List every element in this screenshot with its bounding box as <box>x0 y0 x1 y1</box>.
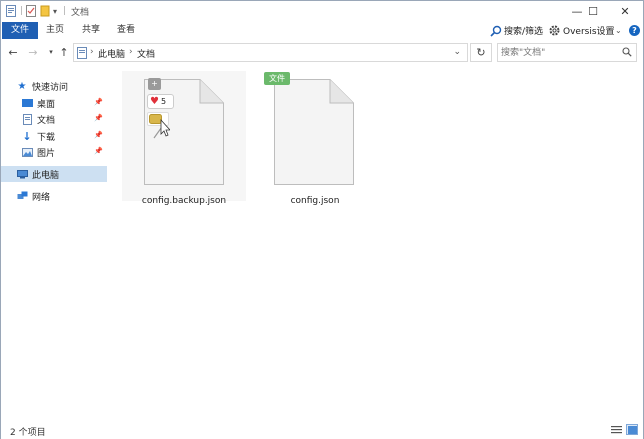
help-icon: ? <box>629 25 640 36</box>
status-bar: 2 个项目 <box>1 421 643 439</box>
pin-icon: 📌 <box>94 147 103 155</box>
breadcrumb-documents[interactable]: 文档 <box>137 47 155 60</box>
search-input[interactable] <box>501 46 621 60</box>
like-count: 5 <box>160 97 167 106</box>
nav-item-desktop-label: 桌面 <box>37 99 56 110</box>
file-name[interactable]: config.json <box>260 196 370 206</box>
nav-item-downloads[interactable]: ↓ 下载 📌 <box>1 128 107 144</box>
file-item-config-backup[interactable]: + ♥ 5 config.backup.json <box>122 71 246 206</box>
gear-icon <box>548 24 561 37</box>
window-title: 文档 <box>71 8 90 18</box>
app-icon <box>6 4 16 18</box>
address-row: ← → ▾ ↑ › 此电脑 › 文档 ⌄ ↻ <box>1 41 643 63</box>
ribbon-collapse-button[interactable]: ⌄ <box>615 22 622 39</box>
maximize-icon: ☐ <box>588 5 598 18</box>
breadcrumb-this-pc[interactable]: 此电脑 <box>98 47 125 60</box>
nav-this-pc[interactable]: 此电脑 <box>1 166 107 182</box>
forward-button[interactable]: → <box>26 44 40 60</box>
refresh-icon: ↻ <box>476 46 486 59</box>
network-icon <box>16 190 28 202</box>
properties-icon[interactable] <box>26 4 36 18</box>
json-file-icon <box>274 79 354 185</box>
download-icon: ↓ <box>22 129 32 143</box>
refresh-button[interactable]: ↻ <box>470 43 492 62</box>
documents-icon <box>21 113 33 125</box>
chevron-down-icon: ▾ <box>49 48 53 56</box>
address-bar[interactable]: › 此电脑 › 文档 ⌄ <box>73 43 468 62</box>
arrow-left-icon: ← <box>8 45 18 59</box>
details-view-icon <box>610 425 622 433</box>
nav-item-pictures[interactable]: 图片 📌 <box>1 144 107 160</box>
maximize-button[interactable]: ☐ <box>577 1 609 22</box>
file-tag-badge[interactable]: 文件 <box>264 72 290 85</box>
details-view-button[interactable] <box>610 424 622 435</box>
star-icon: ★ <box>17 80 27 92</box>
nav-network-label: 网络 <box>32 192 51 203</box>
search-filter-label: 搜索/筛选 <box>504 27 544 37</box>
search-filter-icon <box>490 25 502 37</box>
pictures-icon <box>21 146 33 158</box>
oversis-settings-label: Oversis设置 <box>563 27 615 37</box>
tab-file[interactable]: 文件 <box>2 22 38 39</box>
nav-this-pc-label: 此电脑 <box>32 170 60 181</box>
nav-quick-access[interactable]: ★ 快速访问 <box>1 78 107 94</box>
title-separator: | <box>20 6 24 16</box>
search-filter-button[interactable]: 搜索/筛选 <box>490 22 543 39</box>
up-button[interactable]: ↑ <box>57 44 71 60</box>
desktop-icon <box>21 97 33 109</box>
tab-view[interactable]: 查看 <box>112 22 140 39</box>
arrow-up-icon: ↑ <box>59 45 69 59</box>
breadcrumb-separator-2: › <box>129 47 133 57</box>
pencil-cursor-icon <box>153 118 170 139</box>
quick-access-dropdown-icon[interactable]: ▾ <box>53 4 57 18</box>
nav-network[interactable]: 网络 <box>1 188 107 204</box>
breadcrumb-separator: › <box>90 47 94 57</box>
nav-item-downloads-label: 下载 <box>37 132 56 143</box>
large-icons-view-icon <box>627 425 637 434</box>
new-folder-icon[interactable] <box>40 4 50 18</box>
nav-item-pictures-label: 图片 <box>37 148 56 159</box>
recent-locations-button[interactable]: ▾ <box>44 44 58 60</box>
close-icon: ✕ <box>620 5 630 18</box>
oversis-settings-button[interactable]: Oversis设置 <box>548 22 615 39</box>
nav-quick-access-label: 快速访问 <box>32 82 69 93</box>
pin-icon: 📌 <box>94 114 103 122</box>
file-list: + ♥ 5 config.backup.json config.json 文件 <box>108 65 643 420</box>
file-name[interactable]: config.backup.json <box>122 196 246 206</box>
pin-icon: 📌 <box>94 131 103 139</box>
search-box[interactable] <box>497 43 637 62</box>
ribbon-tabs: 文件 主页 共享 查看 搜索/筛选 Oversis设置 ⌄ ? <box>1 22 643 39</box>
close-button[interactable]: ✕ <box>607 1 643 22</box>
title-separator-2: | <box>63 6 67 16</box>
add-overlay-icon[interactable]: + <box>148 78 161 90</box>
help-button[interactable]: ? <box>629 22 640 39</box>
tab-home[interactable]: 主页 <box>41 22 69 39</box>
explorer-window: | ▾ | 文档 — ☐ ✕ 文件 主页 共享 查看 搜索/筛选 Oversis… <box>0 0 644 439</box>
large-icons-view-button[interactable] <box>626 424 638 435</box>
item-count: 2 个项目 <box>10 428 46 438</box>
navigation-pane: ★ 快速访问 桌面 📌 文档 📌 ↓ 下载 📌 图片 📌 此电脑 网络 <box>1 65 107 420</box>
arrow-right-icon: → <box>28 45 38 59</box>
back-button[interactable]: ← <box>6 44 20 60</box>
pin-icon: 📌 <box>94 98 103 106</box>
title-bar: | ▾ | 文档 — ☐ ✕ <box>1 1 643 22</box>
file-item-config[interactable]: config.json <box>260 71 370 206</box>
computer-icon <box>16 168 28 180</box>
chevron-down-icon: ⌄ <box>615 26 622 35</box>
heart-icon: ♥ <box>150 96 159 107</box>
nav-item-documents-label: 文档 <box>37 115 56 126</box>
tab-share[interactable]: 共享 <box>77 22 105 39</box>
address-history-dropdown[interactable]: ⌄ <box>453 47 461 57</box>
nav-item-desktop[interactable]: 桌面 📌 <box>1 95 107 111</box>
like-badge[interactable]: ♥ 5 <box>147 94 174 109</box>
location-icon <box>77 47 87 62</box>
nav-item-documents[interactable]: 文档 📌 <box>1 111 107 127</box>
search-icon <box>622 47 632 60</box>
